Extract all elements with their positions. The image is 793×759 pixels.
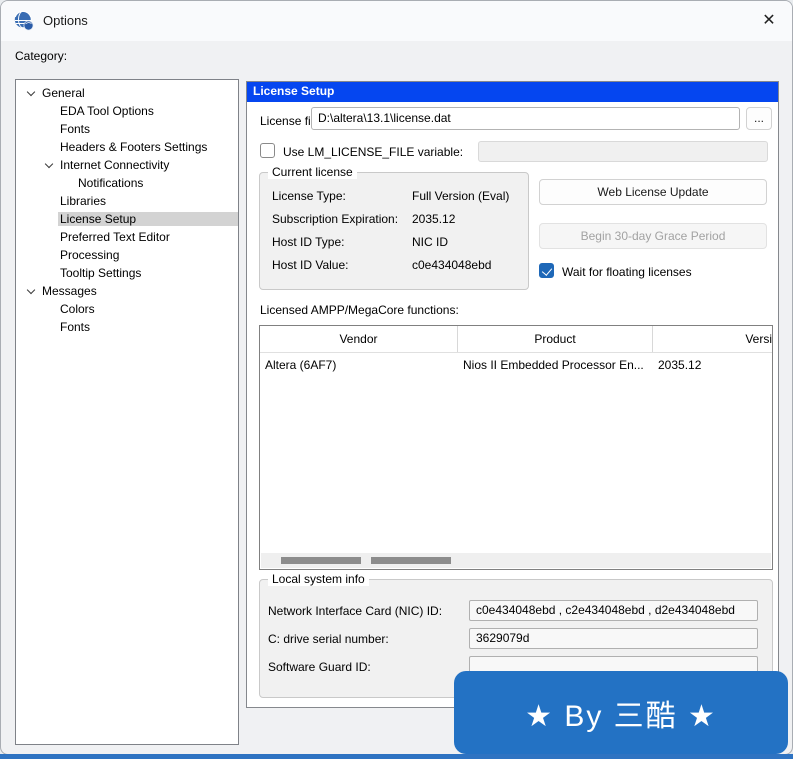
wait-floating-checkbox[interactable] <box>539 263 554 278</box>
window-title: Options <box>43 13 88 28</box>
web-license-update-button[interactable]: Web License Update <box>539 179 767 205</box>
nic-id-label: Network Interface Card (NIC) ID: <box>268 604 443 618</box>
sidebar-item-libraries[interactable]: Libraries <box>16 192 238 210</box>
license-type-label: License Type: <box>272 189 346 203</box>
quartus-logo-icon <box>14 10 34 31</box>
title-bar: Options ✕ <box>1 1 792 41</box>
sidebar-item-general[interactable]: General <box>16 84 238 102</box>
drive-serial-field[interactable]: 3629079d <box>469 628 758 649</box>
grace-period-button[interactable]: Begin 30-day Grace Period <box>539 223 767 249</box>
sidebar-item-tooltip-settings[interactable]: Tooltip Settings <box>16 264 238 282</box>
lm-license-checkbox[interactable] <box>260 143 275 158</box>
functions-table-label: Licensed AMPP/MegaCore functions: <box>260 303 459 317</box>
scrollbar-thumb[interactable] <box>371 557 451 564</box>
sidebar-item-fonts[interactable]: Fonts <box>16 120 238 138</box>
lm-license-label: Use LM_LICENSE_FILE variable: <box>283 145 464 159</box>
host-id-type-value: NIC ID <box>412 235 448 249</box>
table-row[interactable]: Altera (6AF7) Nios II Embedded Processor… <box>260 353 772 376</box>
watermark-badge: ★ By 三酷 ★ <box>454 671 788 754</box>
chevron-down-icon[interactable] <box>24 285 42 294</box>
table-header-row: Vendor Product Versi <box>260 326 772 353</box>
column-header-version[interactable]: Versi <box>653 326 772 352</box>
panel-title: License Setup <box>247 82 778 102</box>
sidebar-item-processing[interactable]: Processing <box>16 246 238 264</box>
sidebar-item-messages[interactable]: Messages <box>16 282 238 300</box>
close-icon[interactable]: ✕ <box>756 8 782 34</box>
software-guard-label: Software Guard ID: <box>268 660 371 674</box>
current-license-title: Current license <box>268 165 357 179</box>
host-id-type-label: Host ID Type: <box>272 235 345 249</box>
horizontal-scrollbar[interactable] <box>261 553 771 568</box>
license-file-input[interactable]: D:\altera\13.1\license.dat <box>311 107 740 130</box>
sidebar-item-internet-connectivity[interactable]: Internet Connectivity <box>16 156 238 174</box>
category-label: Category: <box>15 49 68 63</box>
host-id-value-label: Host ID Value: <box>272 258 349 272</box>
chevron-down-icon[interactable] <box>42 159 60 168</box>
sidebar-item-messages-colors[interactable]: Colors <box>16 300 238 318</box>
sidebar-item-preferred-text-editor[interactable]: Preferred Text Editor <box>16 228 238 246</box>
local-system-info-title: Local system info <box>268 572 369 586</box>
sidebar-item-messages-fonts[interactable]: Fonts <box>16 318 238 336</box>
chevron-down-icon[interactable] <box>24 87 42 96</box>
sidebar-item-license-setup[interactable]: License Setup <box>16 210 238 228</box>
sidebar-item-eda-tool-options[interactable]: EDA Tool Options <box>16 102 238 120</box>
column-header-vendor[interactable]: Vendor <box>260 326 458 352</box>
scrollbar-thumb[interactable] <box>281 557 361 564</box>
drive-serial-label: C: drive serial number: <box>268 632 389 646</box>
browse-button[interactable]: ... <box>746 107 772 130</box>
column-header-product[interactable]: Product <box>458 326 653 352</box>
license-setup-panel: License Setup License file: D:\altera\13… <box>246 81 779 708</box>
wait-floating-label: Wait for floating licenses <box>562 265 692 279</box>
category-tree: General EDA Tool Options Fonts Headers &… <box>15 79 239 745</box>
sidebar-item-headers-footers[interactable]: Headers & Footers Settings <box>16 138 238 156</box>
options-dialog: Options ✕ Category: General EDA Tool Opt… <box>0 0 793 755</box>
functions-table: Vendor Product Versi Altera (6AF7) Nios … <box>259 325 773 570</box>
host-id-value-value: c0e434048ebd <box>412 258 492 272</box>
subscription-expiration-label: Subscription Expiration: <box>272 212 399 226</box>
nic-id-field[interactable]: c0e434048ebd , c2e434048ebd , d2e434048e… <box>469 600 758 621</box>
background-window-edge <box>0 754 793 759</box>
lm-license-input <box>478 141 768 162</box>
sidebar-item-notifications[interactable]: Notifications <box>16 174 238 192</box>
current-license-group: Current license License Type: Full Versi… <box>259 165 529 290</box>
license-type-value: Full Version (Eval) <box>412 189 510 203</box>
subscription-expiration-value: 2035.12 <box>412 212 456 226</box>
